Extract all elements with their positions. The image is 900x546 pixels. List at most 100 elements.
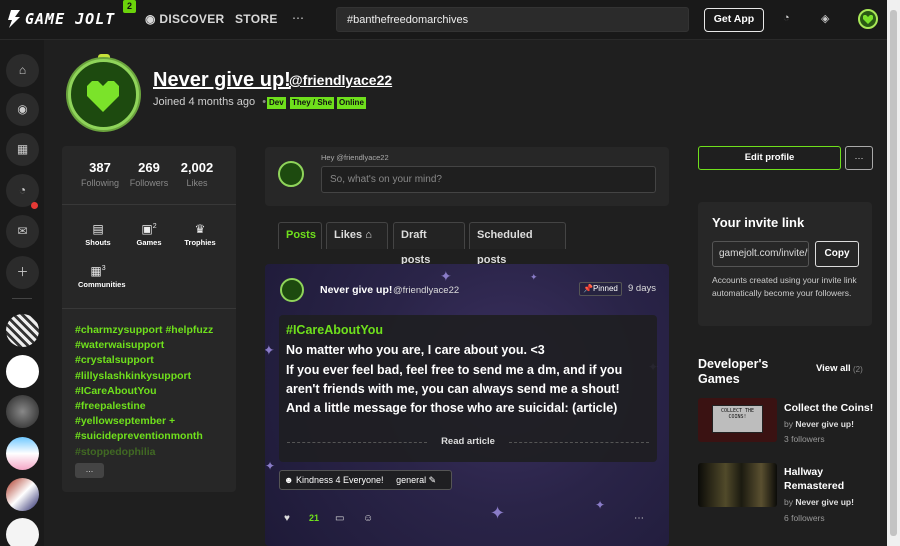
invite-link-card: Your invite link gamejolt.com/invite/fri… bbox=[698, 202, 872, 326]
pin-icon: 📌 bbox=[583, 284, 593, 293]
game-author: by Never give up! bbox=[784, 419, 854, 429]
hashtag-line[interactable]: #charmzysupport #helpfuzz bbox=[75, 323, 230, 338]
pinned-badge: 📌Pinned bbox=[579, 282, 622, 296]
chat-icon[interactable]: ⋯ bbox=[292, 11, 304, 25]
game-thumbnail-title: COLLECT THE COINS! bbox=[712, 405, 763, 433]
shortcut-shouts-label: Shouts bbox=[85, 238, 111, 247]
shortcut-shouts[interactable]: ▤ Shouts bbox=[78, 222, 118, 247]
sidebar-community-2[interactable] bbox=[6, 355, 39, 388]
shortcut-communities[interactable]: ▦3 Communities bbox=[78, 264, 126, 289]
wallet-icon[interactable]: ◈ bbox=[821, 12, 829, 25]
star-decoration: ✦ bbox=[595, 498, 606, 512]
joined-text: Joined 4 months ago • bbox=[153, 96, 270, 108]
sidebar-community-3[interactable] bbox=[6, 395, 39, 428]
post-author-name[interactable]: Never give up! bbox=[320, 284, 392, 296]
hashtag-line[interactable]: #yellowseptember + bbox=[75, 414, 230, 429]
get-app-button[interactable]: Get App bbox=[704, 8, 764, 32]
sidebar-add-icon[interactable]: ＋ bbox=[6, 256, 39, 289]
post-composer: Hey @friendlyace22 So, what's on your mi… bbox=[265, 147, 669, 206]
developer-games-title: Developer's Games bbox=[698, 357, 769, 386]
channel-icon: ✎ bbox=[428, 475, 437, 485]
more-options-icon[interactable]: ⋯ bbox=[634, 513, 644, 524]
edit-profile-button[interactable]: Edit profile bbox=[698, 146, 841, 170]
hashtag-line[interactable]: #suicidepreventionmonth bbox=[75, 429, 230, 444]
user-avatar[interactable] bbox=[858, 9, 878, 29]
lock-icon: ⌂ bbox=[365, 229, 372, 241]
game-jolt-logo[interactable]: GAME JOLT bbox=[7, 8, 115, 30]
stat-likes[interactable]: 2,002 Likes bbox=[177, 160, 217, 188]
unread-dot bbox=[31, 202, 38, 209]
game-title[interactable]: Hallway Remastered bbox=[784, 465, 879, 493]
tag-dev: Dev bbox=[267, 97, 286, 109]
composer-input[interactable]: So, what's on your mind? bbox=[321, 166, 656, 193]
hashtag-line[interactable]: #waterwaisupport bbox=[75, 338, 230, 353]
view-all-link[interactable]: View all bbox=[816, 363, 851, 374]
post-hashtag[interactable]: #ICareAboutYou bbox=[286, 323, 383, 337]
like-count: 21 bbox=[309, 513, 320, 523]
post-date[interactable]: 9 days bbox=[628, 283, 656, 294]
notifications-icon[interactable]: ◔ bbox=[783, 12, 790, 24]
game-by-label: by bbox=[784, 419, 793, 429]
tab-draft-posts[interactable]: Draft posts bbox=[393, 222, 465, 266]
profile-handle[interactable]: @friendlyace22 bbox=[289, 72, 392, 88]
game-author-name[interactable]: Never give up! bbox=[795, 497, 854, 507]
hashtag-line[interactable]: #freepalestine bbox=[75, 399, 230, 414]
sidebar-communities-icon[interactable]: ▦ bbox=[6, 133, 39, 166]
invite-title: Your invite link bbox=[712, 215, 805, 230]
game-author-name[interactable]: Never give up! bbox=[795, 419, 854, 429]
post-author-handle[interactable]: @friendlyace22 bbox=[393, 285, 459, 296]
game-by-label: by bbox=[784, 497, 793, 507]
heart-icon bbox=[863, 14, 873, 24]
stat-followers-label: Followers bbox=[129, 178, 169, 188]
game-thumbnail[interactable]: COLLECT THE COINS! bbox=[698, 398, 777, 442]
nav-store[interactable]: STORE bbox=[235, 12, 278, 26]
game-thumbnail[interactable] bbox=[698, 463, 777, 507]
sidebar-discover-icon[interactable]: ◉ bbox=[6, 93, 39, 126]
sidebar-home-icon[interactable]: ⌂ bbox=[6, 54, 39, 87]
divider bbox=[62, 204, 236, 205]
composer-avatar bbox=[278, 161, 304, 187]
sidebar-community-5[interactable] bbox=[6, 478, 39, 511]
copy-button[interactable]: Copy bbox=[815, 241, 859, 267]
profile-name[interactable]: Never give up! bbox=[153, 69, 291, 92]
heart-icon bbox=[87, 81, 119, 112]
like-button[interactable]: ♥ bbox=[284, 513, 290, 524]
pinned-label: Pinned bbox=[592, 284, 618, 293]
community-name: Kindness 4 Everyone! bbox=[296, 475, 384, 485]
star-decoration: ✦ bbox=[265, 459, 276, 473]
sidebar-community-4[interactable] bbox=[6, 437, 39, 470]
read-article-button[interactable]: Read article bbox=[279, 436, 657, 447]
tab-scheduled-posts[interactable]: Scheduled posts bbox=[469, 222, 566, 266]
bio-more-button[interactable]: ... bbox=[75, 463, 104, 478]
profile-avatar[interactable] bbox=[68, 59, 139, 130]
compass-icon: ◉ bbox=[145, 12, 160, 26]
tab-likes[interactable]: Likes ⌂ bbox=[326, 222, 388, 249]
sidebar-community-6[interactable] bbox=[6, 518, 39, 546]
hashtag-line[interactable]: #stoppedophilia bbox=[75, 445, 230, 460]
nav-discover[interactable]: ◉ DISCOVER bbox=[145, 12, 224, 26]
top-bar: GAME JOLT 2 ◉ DISCOVER STORE ⋯ #banthefr… bbox=[0, 0, 887, 40]
sidebar-community-1[interactable] bbox=[6, 314, 39, 347]
sidebar-chat-icon[interactable]: ✉ bbox=[6, 215, 39, 248]
shortcut-trophies[interactable]: ♛ Trophies bbox=[180, 222, 220, 247]
scrollbar-thumb[interactable] bbox=[890, 10, 897, 536]
stat-followers[interactable]: 269 Followers bbox=[128, 160, 170, 188]
post-author-avatar[interactable] bbox=[280, 278, 304, 302]
search-input[interactable]: #banthefreedomarchives bbox=[336, 7, 689, 32]
tab-posts[interactable]: Posts bbox=[278, 222, 322, 249]
post-community-tag[interactable]: ☻ Kindness 4 Everyone! general ✎ bbox=[279, 470, 452, 490]
stat-following[interactable]: 387 Following bbox=[80, 160, 120, 188]
star-decoration: ✦ bbox=[530, 272, 538, 282]
profile-options-button[interactable]: ⋯ bbox=[845, 146, 873, 170]
comment-icon[interactable]: ▭ bbox=[335, 513, 344, 524]
hashtag-line[interactable]: #lillyslashkinkysupport bbox=[75, 369, 230, 384]
sticker-icon[interactable]: ☺ bbox=[363, 513, 373, 524]
pinned-post-card[interactable]: ✦ ✦ ✦ ✦ ✦ ✦ ✦ Never give up! @friendlyac… bbox=[265, 264, 669, 546]
game-title[interactable]: Collect the Coins! bbox=[784, 401, 879, 415]
separator-dot: • bbox=[262, 96, 267, 108]
hashtag-line[interactable]: #crystalsupport bbox=[75, 353, 230, 368]
shortcut-games[interactable]: ▣2 Games bbox=[129, 222, 169, 247]
hashtag-line[interactable]: #ICareAboutYou bbox=[75, 384, 230, 399]
logo-text: GAME JOLT bbox=[25, 10, 116, 28]
invite-url-field[interactable]: gamejolt.com/invite/friendlyace22 bbox=[712, 241, 809, 267]
